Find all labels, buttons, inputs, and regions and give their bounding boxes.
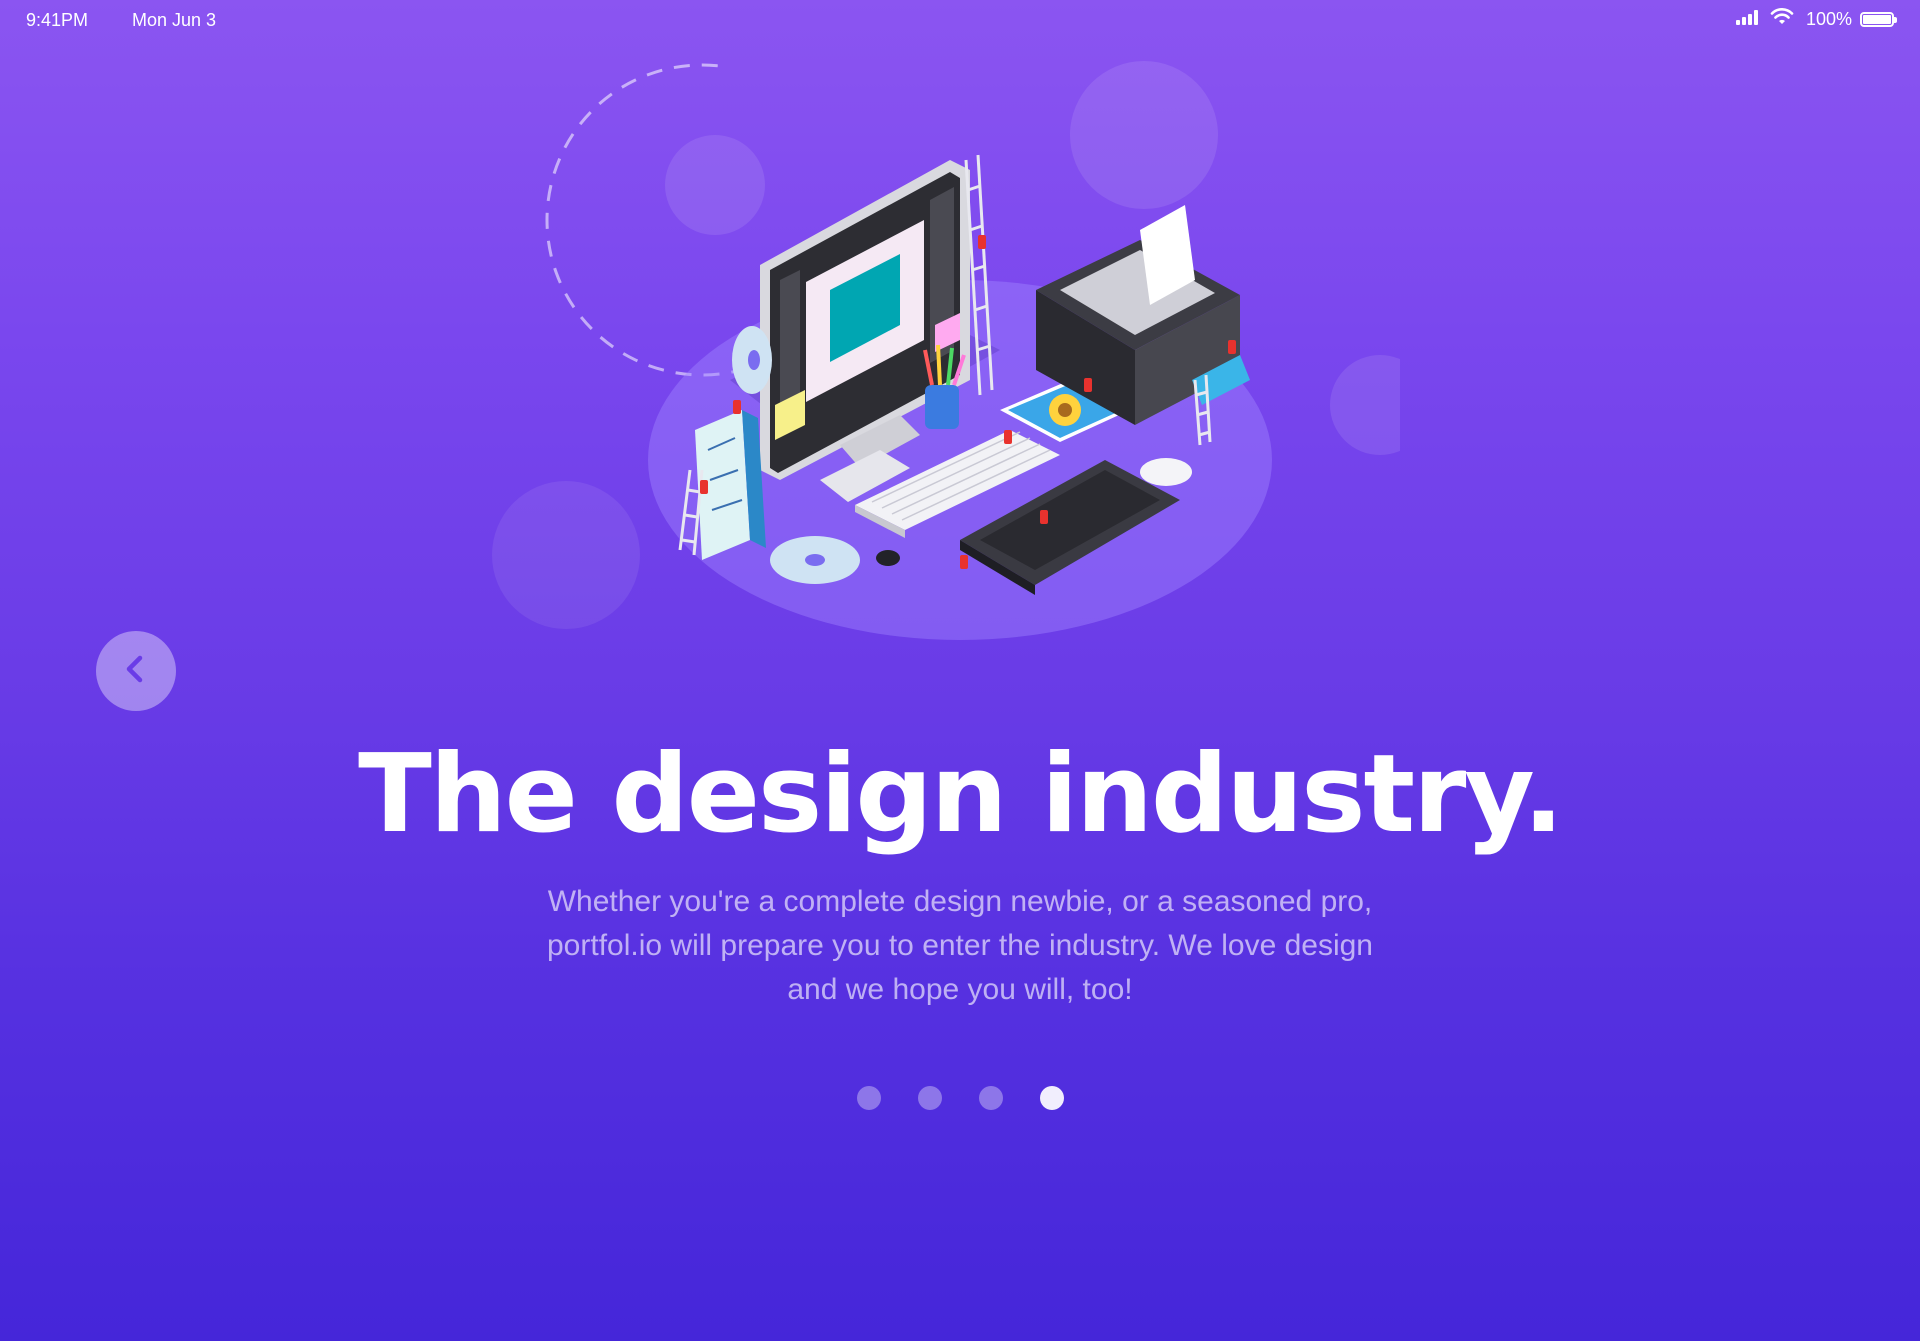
pager-dot-1[interactable] [856, 1086, 881, 1110]
back-button[interactable] [96, 631, 176, 711]
pager-dot-4[interactable] [1039, 1086, 1064, 1110]
body-line-1: Whether you're a complete design newbie,… [547, 885, 1373, 918]
battery-cap [1894, 17, 1897, 23]
cd-disc-lower [770, 536, 860, 584]
body-line-3: and we hope you will, too! [787, 973, 1133, 1006]
status-time: 9:41PM [26, 10, 89, 30]
battery-percent: 100% [1805, 9, 1852, 29]
lens-cap [876, 550, 900, 566]
pager-dot-2[interactable] [917, 1086, 942, 1110]
battery-icon [1860, 12, 1897, 27]
cd-disc-upper [732, 326, 772, 394]
status-date: Mon Jun 3 [132, 10, 217, 30]
decor-bubble-2 [1070, 61, 1218, 209]
body-line-2: portfol.io will prepare you to enter the… [547, 929, 1373, 962]
decor-bubble-1 [665, 135, 765, 235]
illustration-svg [492, 61, 1400, 640]
mouse [1140, 458, 1192, 486]
battery-fill [1863, 15, 1891, 24]
status-indicators: 100% [1735, 8, 1897, 31]
cellular-signal-icon [1735, 9, 1762, 30]
isometric-design-workspace-illustration [480, 50, 1400, 650]
chevron-left-icon [119, 652, 153, 691]
wifi-icon [1770, 8, 1794, 31]
pager-dots [0, 1086, 1920, 1110]
status-bar: 9:41PM Mon Jun 3 100% [0, 0, 1920, 42]
page-headline: The design industry. [358, 732, 1564, 857]
intro-body-text: Whether you're a complete design newbie,… [490, 880, 1430, 1012]
decor-bubble-4 [492, 481, 640, 629]
decor-bubble-3 [1330, 355, 1400, 455]
pager-dot-3[interactable] [978, 1086, 1003, 1110]
